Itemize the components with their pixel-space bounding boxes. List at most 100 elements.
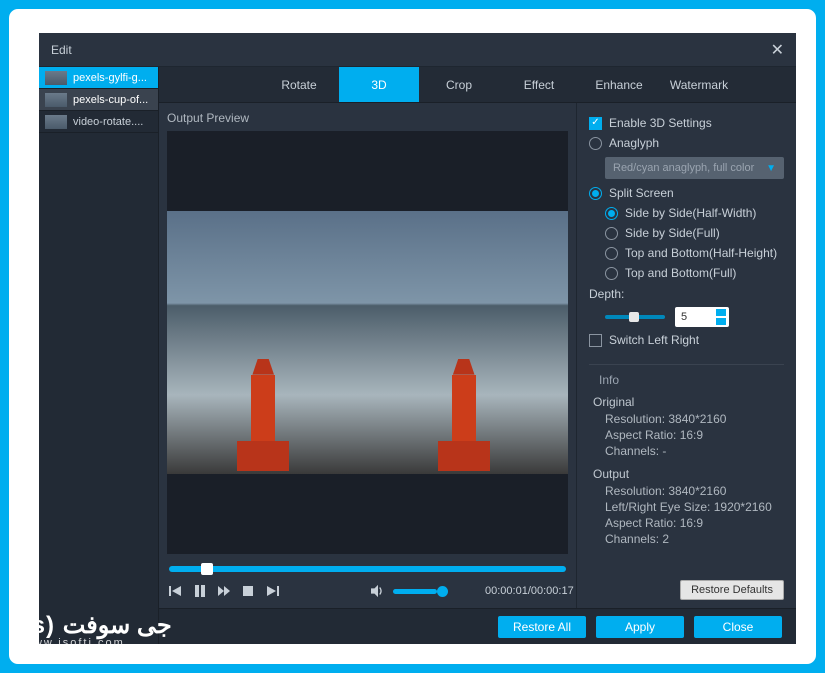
depth-row: 5: [589, 304, 784, 330]
anaglyph-radio[interactable]: [589, 137, 602, 150]
anaglyph-dropdown[interactable]: Red/cyan anaglyph, full color ▼: [605, 157, 784, 179]
split-sbs-full-radio[interactable]: [605, 227, 618, 240]
enable-3d-label: Enable 3D Settings: [609, 116, 712, 130]
volume-knob[interactable]: [437, 586, 448, 597]
enable-3d-row[interactable]: Enable 3D Settings: [589, 113, 784, 133]
volume-slider[interactable]: [393, 589, 473, 594]
footer-bar: Restore All Apply Close: [159, 608, 796, 644]
tab-watermark[interactable]: Watermark: [659, 67, 739, 102]
info-line: Resolution: 3840*2160: [593, 411, 784, 427]
info-output-head: Output: [593, 465, 784, 483]
sidebar-item-label: pexels-gylfi-g...: [73, 72, 147, 84]
seek-knob[interactable]: [201, 563, 213, 575]
tab-enhance[interactable]: Enhance: [579, 67, 659, 102]
preview-column: Output Preview: [159, 103, 576, 608]
info-line: Resolution: 3840*2160: [593, 483, 784, 499]
thumbnail-icon: [45, 93, 67, 107]
restore-all-button[interactable]: Restore All: [498, 616, 586, 638]
close-icon[interactable]: ✕: [771, 40, 784, 60]
enable-3d-checkbox[interactable]: [589, 117, 602, 130]
volume-group: [371, 584, 473, 598]
chevron-down-icon: ▼: [766, 163, 776, 174]
content-row: Output Preview: [159, 103, 796, 608]
split-sbs-half-radio[interactable]: [605, 207, 618, 220]
split-screen-label: Split Screen: [609, 186, 674, 200]
thumbnail-icon: [45, 71, 67, 85]
split-screen-radio[interactable]: [589, 187, 602, 200]
info-line: Channels: -: [593, 443, 784, 459]
time-total: 00:00:17: [531, 585, 574, 597]
sidebar: pexels-gylfi-g... pexels-cup-of... video…: [39, 67, 159, 644]
preview-canvas: [167, 131, 568, 554]
tab-3d[interactable]: 3D: [339, 67, 419, 102]
next-icon[interactable]: [217, 584, 231, 598]
pause-icon[interactable]: [193, 584, 207, 598]
volume-icon[interactable]: [371, 584, 385, 598]
sidebar-item[interactable]: video-rotate....: [39, 111, 158, 133]
main-area: Rotate 3D Crop Effect Enhance Watermark …: [159, 67, 796, 644]
split-option-row[interactable]: Side by Side(Half-Width): [589, 203, 784, 223]
anaglyph-row[interactable]: Anaglyph: [589, 133, 784, 153]
time-display: 00:00:01/00:00:17: [485, 585, 574, 597]
split-tab-full-radio[interactable]: [605, 267, 618, 280]
player-controls: 00:00:01/00:00:17: [159, 576, 576, 608]
split-option-row[interactable]: Top and Bottom(Full): [589, 263, 784, 283]
restore-defaults-button[interactable]: Restore Defaults: [680, 580, 784, 600]
divider: [589, 364, 784, 365]
seek-slider[interactable]: [169, 566, 566, 572]
switch-lr-row[interactable]: Switch Left Right: [589, 330, 784, 350]
info-original-head: Original: [593, 393, 784, 411]
tab-effect[interactable]: Effect: [499, 67, 579, 102]
sidebar-item-label: pexels-cup-of...: [73, 94, 148, 106]
titlebar: Edit ✕: [39, 33, 796, 67]
split-screen-row[interactable]: Split Screen: [589, 183, 784, 203]
switch-lr-checkbox[interactable]: [589, 334, 602, 347]
anaglyph-label: Anaglyph: [609, 136, 659, 150]
preview-label: Output Preview: [159, 103, 576, 131]
depth-label: Depth:: [589, 287, 624, 301]
depth-spinner[interactable]: 5: [675, 307, 729, 327]
window-body: pexels-gylfi-g... pexels-cup-of... video…: [39, 67, 796, 644]
sidebar-item-label: video-rotate....: [73, 116, 143, 128]
edit-window: Edit ✕ pexels-gylfi-g... pexels-cup-of..…: [39, 33, 796, 644]
split-option-row[interactable]: Side by Side(Full): [589, 223, 784, 243]
thumbnail-icon: [45, 115, 67, 129]
info-line: Left/Right Eye Size: 1920*2160: [593, 499, 784, 515]
sidebar-item[interactable]: pexels-cup-of...: [39, 89, 158, 111]
info-line: Channels: 2: [593, 531, 784, 547]
split-option-row[interactable]: Top and Bottom(Half-Height): [589, 243, 784, 263]
close-button[interactable]: Close: [694, 616, 782, 638]
tab-bar: Rotate 3D Crop Effect Enhance Watermark: [159, 67, 796, 103]
split-option-label: Side by Side(Half-Width): [625, 206, 756, 220]
switch-lr-label: Switch Left Right: [609, 333, 699, 347]
depth-value: 5: [681, 311, 687, 323]
info-original: Original Resolution: 3840*2160 Aspect Ra…: [589, 393, 784, 465]
info-output: Output Resolution: 3840*2160 Left/Right …: [589, 465, 784, 553]
split-option-label: Top and Bottom(Half-Height): [625, 246, 777, 260]
prev-frame-icon[interactable]: [169, 584, 183, 598]
window-title: Edit: [51, 43, 72, 57]
tab-rotate[interactable]: Rotate: [259, 67, 339, 102]
preview-left-eye: [167, 211, 368, 473]
sidebar-item[interactable]: pexels-gylfi-g...: [39, 67, 158, 89]
watermark-url: www.jsoftj.com: [24, 638, 172, 649]
settings-panel: Enable 3D Settings Anaglyph Red/cyan ana…: [576, 103, 796, 608]
seek-row: [159, 554, 576, 576]
tab-crop[interactable]: Crop: [419, 67, 499, 102]
info-title: Info: [589, 371, 784, 393]
info-line: Aspect Ratio: 16:9: [593, 427, 784, 443]
preview-right-eye: [368, 211, 569, 473]
stop-icon[interactable]: [241, 584, 255, 598]
outer-frame: Edit ✕ pexels-gylfi-g... pexels-cup-of..…: [6, 6, 819, 667]
transport-group: [169, 584, 279, 598]
depth-slider[interactable]: [605, 315, 665, 319]
side-by-side-preview: [167, 211, 568, 473]
info-line: Aspect Ratio: 16:9: [593, 515, 784, 531]
apply-button[interactable]: Apply: [596, 616, 684, 638]
split-option-label: Top and Bottom(Full): [625, 266, 736, 280]
site-watermark: js) جى سوفت www.jsoftj.com: [24, 614, 172, 649]
split-option-label: Side by Side(Full): [625, 226, 720, 240]
next-frame-icon[interactable]: [265, 584, 279, 598]
split-tab-half-radio[interactable]: [605, 247, 618, 260]
anaglyph-dropdown-value: Red/cyan anaglyph, full color: [613, 162, 754, 174]
